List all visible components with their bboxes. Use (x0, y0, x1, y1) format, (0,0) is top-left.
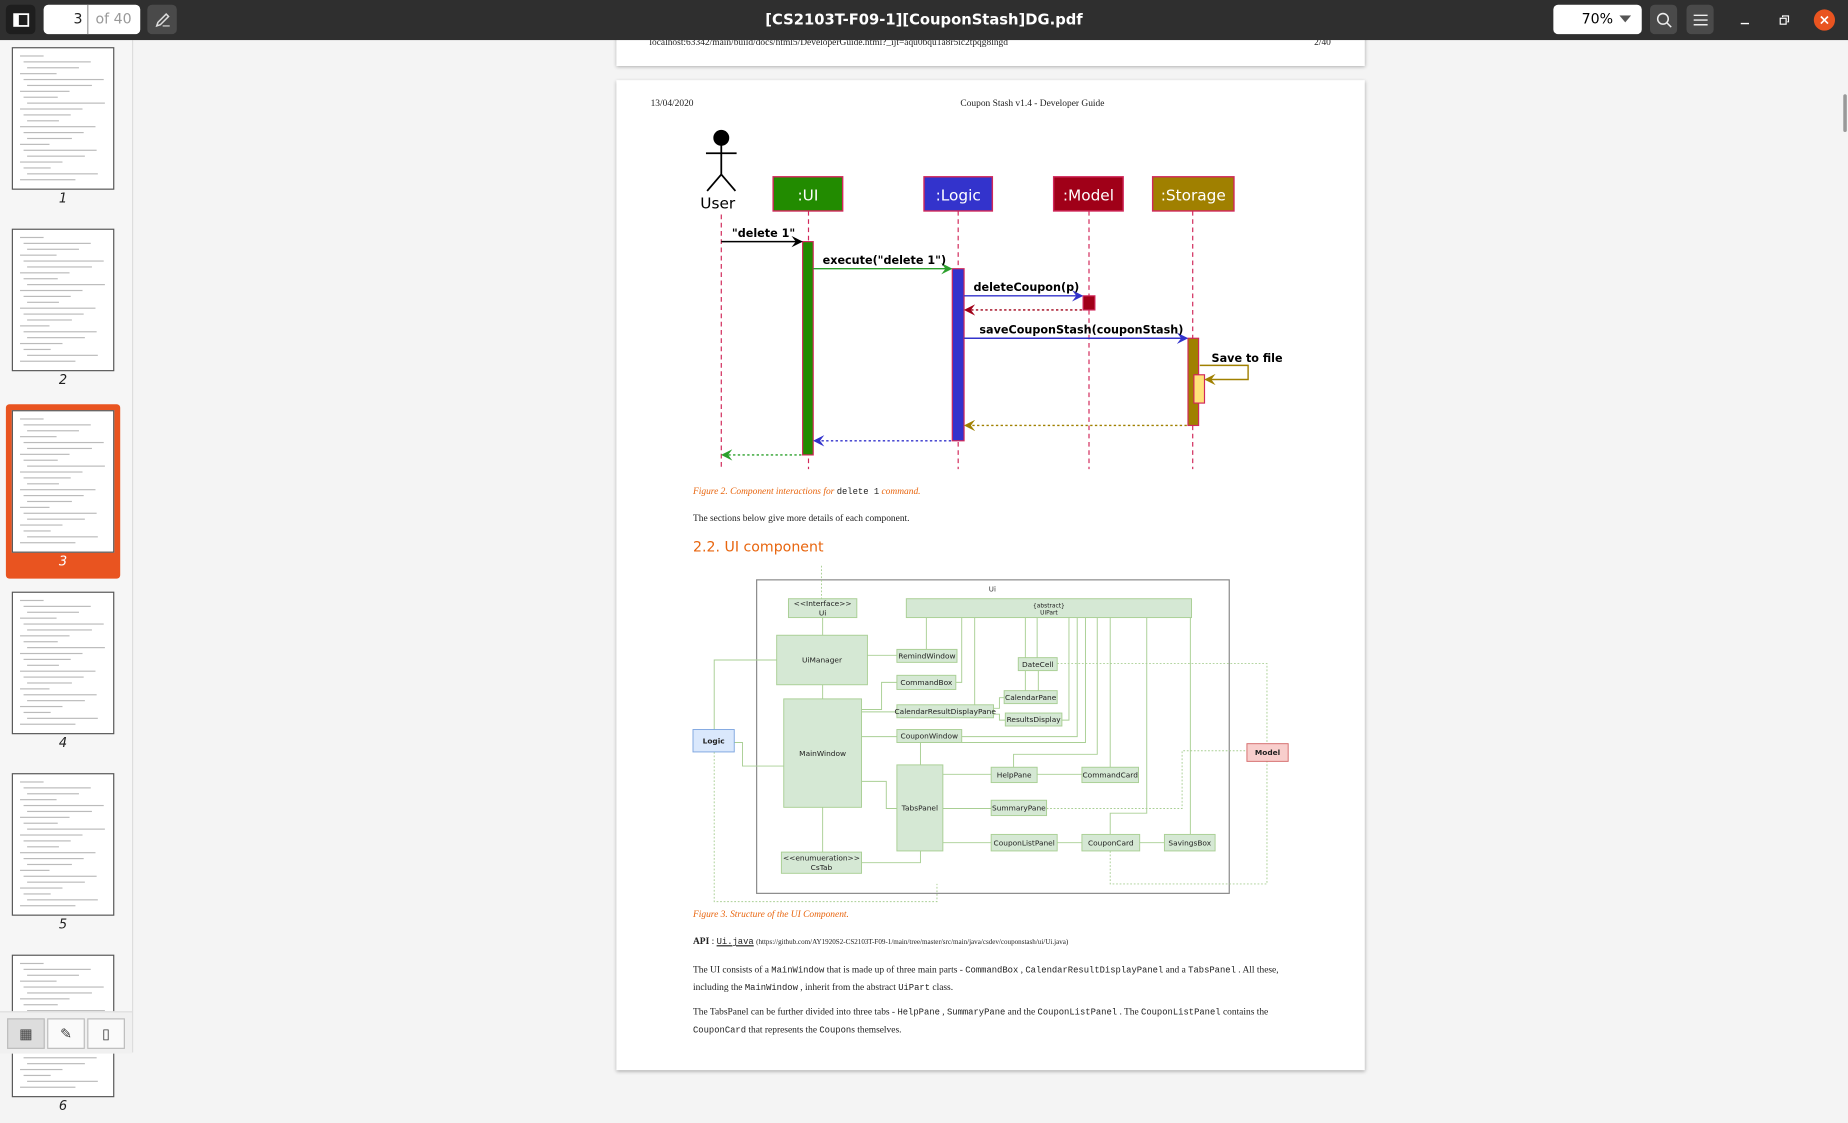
page-number-input[interactable]: 3 of 40 (43, 4, 141, 35)
pencil-icon: ✎ (60, 1025, 72, 1042)
inline-code: MainWindow (744, 984, 798, 994)
annotations-view-button[interactable]: ✎ (47, 1018, 85, 1049)
page-thumbnail-3[interactable]: 3 (5, 404, 121, 579)
current-page[interactable]: 3 (44, 4, 89, 35)
search-icon (1656, 12, 1672, 28)
header-bar: 3 of 40 [CS2103T-F09-1][CouponStash]DG.p… (0, 0, 1848, 41)
grid-icon: ▦ (19, 1025, 33, 1042)
page-thumbnail-2[interactable]: 2 (6, 223, 120, 397)
thumbnail-page-label: 5 (58, 916, 68, 933)
inline-code: CouponCard (692, 1026, 747, 1036)
book-icon: ▯ (102, 1025, 110, 1042)
paragraph-text: , inherit from the abstract (797, 981, 899, 993)
thumbnail-image (11, 47, 115, 190)
inline-code: CouponListPanel (1037, 1008, 1118, 1019)
paragraph-text: and a (1163, 964, 1189, 975)
thumbnail-page-label: 3 (58, 553, 68, 570)
thumbnails-view-button[interactable]: ▦ (7, 1018, 45, 1049)
thumbnail-page-label: 6 (58, 1098, 68, 1114)
page-thumbnail-5[interactable]: 5 (6, 767, 120, 941)
sections-intro-text: The sections below give more details of … (692, 512, 910, 524)
paragraph-text: contains the (1220, 1006, 1269, 1018)
bookmarks-view-button[interactable]: ▯ (87, 1018, 125, 1049)
paragraph-text: and the (1005, 1006, 1038, 1018)
inline-code: CouponListPanel (1141, 1008, 1221, 1019)
paragraph-text: The TabsPanel can be further divided int… (692, 1006, 898, 1018)
api-line: API : Ui.java (https://github.com/AY1920… (692, 935, 1069, 948)
thumbnail-page-label: 1 (58, 190, 68, 207)
inline-code: UiPart (898, 984, 931, 994)
thumbnail-sidebar: 1 2 3 4 5 6 ▦ ✎ ▯ (0, 40, 134, 1114)
paragraph-text: , (1018, 964, 1026, 975)
menu-button[interactable] (1686, 4, 1714, 35)
paragraph-text: s themselves. (851, 1024, 902, 1035)
inline-code: SummaryPane (946, 1008, 1006, 1019)
document-title: [CS2103T-F09-1][CouponStash]DG.pdf (765, 10, 1083, 29)
pdf-page-3: 13/04/2020 Coupon Stash v1.4 - Developer… (616, 80, 1365, 1071)
annotate-button[interactable] (147, 4, 177, 35)
api-url[interactable]: (https://github.com/AY1920S2-CS2103T-F09… (756, 939, 1068, 946)
inline-code: HelpPane (897, 1008, 940, 1019)
api-label: API (692, 935, 710, 947)
paragraph-text: that is made up of three main parts - (824, 964, 966, 975)
thumbnail-image (11, 773, 115, 916)
page-thumbnail-4[interactable]: 4 (6, 586, 120, 760)
close-icon (1820, 15, 1829, 25)
paragraph-tabs-panel: The TabsPanel can be further divided int… (693, 1004, 1282, 1039)
sidebar-icon (12, 12, 29, 27)
figure-3-caption: Figure 3. Structure of the UI Component. (692, 908, 849, 920)
chevron-down-icon (1619, 15, 1632, 23)
document-viewer-window: 3 of 40 [CS2103T-F09-1][CouponStash]DG.p… (0, 0, 1848, 1114)
zoom-value: 70% (1581, 10, 1614, 28)
inline-code: Coupon (819, 1026, 852, 1036)
thumbnail-image (11, 410, 115, 553)
close-button[interactable] (1813, 9, 1836, 31)
zoom-select[interactable]: 70% (1553, 4, 1642, 35)
sidebar-toggle-button[interactable] (5, 4, 36, 35)
inline-code: CommandBox (965, 966, 1019, 976)
thumbnail-image (11, 591, 115, 735)
caption-text: Figure 2. Component interactions for (692, 485, 837, 497)
page-count: of 40 (95, 10, 132, 28)
thumbnail-image (11, 228, 115, 372)
minimize-icon (1740, 22, 1749, 24)
maximize-button[interactable] (1771, 5, 1797, 34)
paragraph-text: class. (930, 981, 954, 993)
page-header-title: Coupon Stash v1.4 - Developer Guide (960, 97, 1105, 109)
page-thumbnail-1[interactable]: 1 (6, 41, 120, 215)
inline-code: MainWindow (771, 966, 825, 976)
inline-code: CalendarResultDisplayPanel (1025, 966, 1164, 976)
paragraph-ui-overview: The UI consists of a MainWindow that is … (693, 962, 1282, 997)
figure-2-caption: Figure 2. Component interactions for del… (693, 486, 921, 498)
paragraph-text: The UI consists of a (692, 964, 772, 975)
inline-code: TabsPanel (1188, 966, 1236, 976)
search-button[interactable] (1649, 4, 1678, 35)
hamburger-icon (1693, 14, 1708, 25)
paragraph-text: that represents the (746, 1024, 820, 1035)
caption-text: command. (879, 485, 921, 497)
section-heading: 2.2. UI component (692, 538, 824, 556)
pencil-icon (154, 12, 170, 27)
thumbnail-page-label: 4 (58, 735, 68, 751)
caption-code: delete 1 (836, 487, 880, 498)
paragraph-text: . The (1117, 1006, 1142, 1018)
api-link[interactable]: Ui.java (717, 938, 754, 947)
sidebar-view-switcher: ▦ ✎ ▯ (0, 1011, 132, 1054)
minimize-button[interactable] (1732, 5, 1758, 34)
thumbnail-page-label: 2 (58, 372, 68, 388)
restore-icon (1779, 14, 1790, 25)
scrollbar-thumb[interactable] (1843, 94, 1847, 132)
